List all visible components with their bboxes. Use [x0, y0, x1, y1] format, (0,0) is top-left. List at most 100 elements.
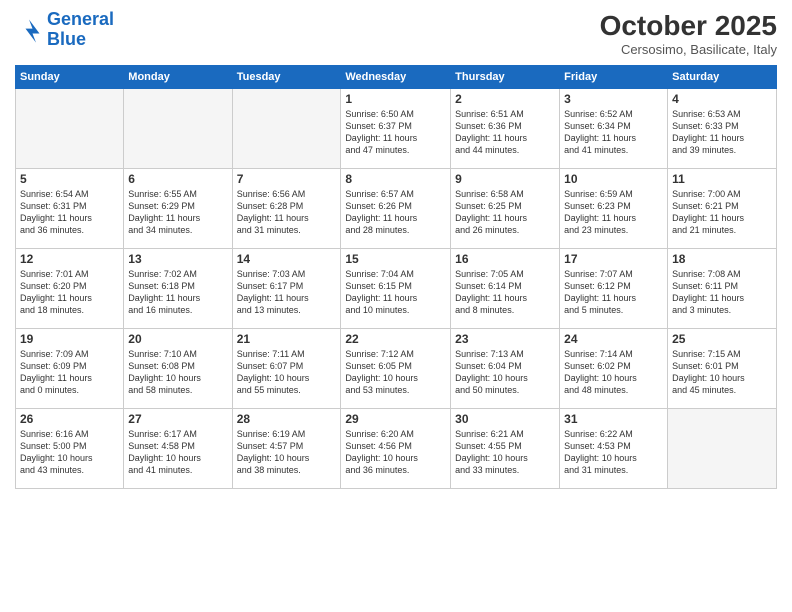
day-info: Sunrise: 7:12 AM Sunset: 6:05 PM Dayligh… — [345, 348, 446, 397]
logo-general: General — [47, 9, 114, 29]
day-info: Sunrise: 6:51 AM Sunset: 6:36 PM Dayligh… — [455, 108, 555, 157]
day-info: Sunrise: 6:21 AM Sunset: 4:55 PM Dayligh… — [455, 428, 555, 477]
day-info: Sunrise: 7:02 AM Sunset: 6:18 PM Dayligh… — [128, 268, 227, 317]
calendar-cell: 31 Sunrise: 6:22 AM Sunset: 4:53 PM Dayli… — [560, 409, 668, 489]
day-number: 6 — [128, 172, 227, 186]
calendar-cell — [124, 89, 232, 169]
logo-blue: Blue — [47, 30, 114, 50]
day-number: 22 — [345, 332, 446, 346]
day-info: Sunrise: 7:00 AM Sunset: 6:21 PM Dayligh… — [672, 188, 772, 237]
calendar-cell: 6 Sunrise: 6:55 AM Sunset: 6:29 PM Daylig… — [124, 169, 232, 249]
weekday-header: Wednesday — [341, 66, 451, 89]
calendar-cell: 27 Sunrise: 6:17 AM Sunset: 4:58 PM Dayli… — [124, 409, 232, 489]
calendar-cell: 8Sunrise: 6:57 AM Sunset: 6:26 PM Daylig… — [341, 169, 451, 249]
day-number: 2 — [455, 92, 555, 106]
day-number: 31 — [564, 412, 663, 426]
day-number: 21 — [237, 332, 337, 346]
calendar-cell: 7Sunrise: 6:56 AM Sunset: 6:28 PM Daylig… — [232, 169, 341, 249]
calendar-cell: 15 Sunrise: 7:04 AM Sunset: 6:15 PM Dayli… — [341, 249, 451, 329]
day-info: Sunrise: 7:01 AM Sunset: 6:20 PM Dayligh… — [20, 268, 119, 317]
weekday-header-row: SundayMondayTuesdayWednesdayThursdayFrid… — [16, 66, 777, 89]
day-number: 25 — [672, 332, 772, 346]
calendar-cell: 13 Sunrise: 7:02 AM Sunset: 6:18 PM Dayli… — [124, 249, 232, 329]
calendar-cell: 16 Sunrise: 7:05 AM Sunset: 6:14 PM Dayli… — [451, 249, 560, 329]
calendar-cell: 17 Sunrise: 7:07 AM Sunset: 6:12 PM Dayli… — [560, 249, 668, 329]
weekday-header: Thursday — [451, 66, 560, 89]
calendar-cell: 18 Sunrise: 7:08 AM Sunset: 6:11 PM Dayli… — [668, 249, 777, 329]
calendar-cell: 20Sunrise: 7:10 AM Sunset: 6:08 PM Dayli… — [124, 329, 232, 409]
calendar-cell: 24Sunrise: 7:14 AM Sunset: 6:02 PM Dayli… — [560, 329, 668, 409]
logo-icon — [15, 16, 43, 44]
day-info: Sunrise: 7:15 AM Sunset: 6:01 PM Dayligh… — [672, 348, 772, 397]
day-number: 26 — [20, 412, 119, 426]
day-info: Sunrise: 6:50 AM Sunset: 6:37 PM Dayligh… — [345, 108, 446, 157]
header: General Blue October 2025 Cersosimo, Bas… — [15, 10, 777, 57]
day-info: Sunrise: 6:59 AM Sunset: 6:23 PM Dayligh… — [564, 188, 663, 237]
calendar-cell: 22 Sunrise: 7:12 AM Sunset: 6:05 PM Dayli… — [341, 329, 451, 409]
day-info: Sunrise: 7:03 AM Sunset: 6:17 PM Dayligh… — [237, 268, 337, 317]
logo-text: General Blue — [47, 10, 114, 50]
calendar-cell — [668, 409, 777, 489]
day-number: 17 — [564, 252, 663, 266]
calendar-cell: 2 Sunrise: 6:51 AM Sunset: 6:36 PM Daylig… — [451, 89, 560, 169]
day-number: 18 — [672, 252, 772, 266]
day-info: Sunrise: 7:13 AM Sunset: 6:04 PM Dayligh… — [455, 348, 555, 397]
day-number: 13 — [128, 252, 227, 266]
day-info: Sunrise: 7:11 AM Sunset: 6:07 PM Dayligh… — [237, 348, 337, 397]
calendar-cell: 11 Sunrise: 7:00 AM Sunset: 6:21 PM Dayli… — [668, 169, 777, 249]
logo: General Blue — [15, 10, 114, 50]
day-info: Sunrise: 7:04 AM Sunset: 6:15 PM Dayligh… — [345, 268, 446, 317]
day-number: 4 — [672, 92, 772, 106]
day-info: Sunrise: 7:09 AM Sunset: 6:09 PM Dayligh… — [20, 348, 119, 397]
day-number: 28 — [237, 412, 337, 426]
calendar-container: General Blue October 2025 Cersosimo, Bas… — [0, 0, 792, 612]
calendar-cell — [232, 89, 341, 169]
day-info: Sunrise: 6:16 AM Sunset: 5:00 PM Dayligh… — [20, 428, 119, 477]
day-number: 1 — [345, 92, 446, 106]
day-number: 19 — [20, 332, 119, 346]
calendar-cell: 23 Sunrise: 7:13 AM Sunset: 6:04 PM Dayli… — [451, 329, 560, 409]
day-info: Sunrise: 7:10 AM Sunset: 6:08 PM Dayligh… — [128, 348, 227, 397]
day-info: Sunrise: 6:58 AM Sunset: 6:25 PM Dayligh… — [455, 188, 555, 237]
weekday-header: Saturday — [668, 66, 777, 89]
day-info: Sunrise: 7:07 AM Sunset: 6:12 PM Dayligh… — [564, 268, 663, 317]
day-number: 23 — [455, 332, 555, 346]
calendar-cell: 29Sunrise: 6:20 AM Sunset: 4:56 PM Dayli… — [341, 409, 451, 489]
day-number: 27 — [128, 412, 227, 426]
day-info: Sunrise: 7:14 AM Sunset: 6:02 PM Dayligh… — [564, 348, 663, 397]
weekday-header: Friday — [560, 66, 668, 89]
day-number: 9 — [455, 172, 555, 186]
day-number: 11 — [672, 172, 772, 186]
day-info: Sunrise: 7:05 AM Sunset: 6:14 PM Dayligh… — [455, 268, 555, 317]
calendar-table: SundayMondayTuesdayWednesdayThursdayFrid… — [15, 65, 777, 489]
day-info: Sunrise: 6:57 AM Sunset: 6:26 PM Dayligh… — [345, 188, 446, 237]
calendar-week-row: 1 Sunrise: 6:50 AM Sunset: 6:37 PM Daylig… — [16, 89, 777, 169]
day-number: 14 — [237, 252, 337, 266]
day-info: Sunrise: 6:54 AM Sunset: 6:31 PM Dayligh… — [20, 188, 119, 237]
day-info: Sunrise: 6:17 AM Sunset: 4:58 PM Dayligh… — [128, 428, 227, 477]
calendar-cell: 1 Sunrise: 6:50 AM Sunset: 6:37 PM Daylig… — [341, 89, 451, 169]
location: Cersosimo, Basilicate, Italy — [600, 42, 777, 57]
day-info: Sunrise: 7:08 AM Sunset: 6:11 PM Dayligh… — [672, 268, 772, 317]
calendar-cell: 14 Sunrise: 7:03 AM Sunset: 6:17 PM Dayli… — [232, 249, 341, 329]
weekday-header: Tuesday — [232, 66, 341, 89]
day-number: 15 — [345, 252, 446, 266]
weekday-header: Sunday — [16, 66, 124, 89]
day-info: Sunrise: 6:56 AM Sunset: 6:28 PM Dayligh… — [237, 188, 337, 237]
calendar-cell: 9 Sunrise: 6:58 AM Sunset: 6:25 PM Daylig… — [451, 169, 560, 249]
day-info: Sunrise: 6:20 AM Sunset: 4:56 PM Dayligh… — [345, 428, 446, 477]
day-number: 16 — [455, 252, 555, 266]
calendar-cell: 5Sunrise: 6:54 AM Sunset: 6:31 PM Daylig… — [16, 169, 124, 249]
day-info: Sunrise: 6:55 AM Sunset: 6:29 PM Dayligh… — [128, 188, 227, 237]
day-info: Sunrise: 6:19 AM Sunset: 4:57 PM Dayligh… — [237, 428, 337, 477]
day-info: Sunrise: 6:53 AM Sunset: 6:33 PM Dayligh… — [672, 108, 772, 157]
day-number: 30 — [455, 412, 555, 426]
calendar-cell: 28 Sunrise: 6:19 AM Sunset: 4:57 PM Dayli… — [232, 409, 341, 489]
calendar-cell: 19 Sunrise: 7:09 AM Sunset: 6:09 PM Dayli… — [16, 329, 124, 409]
calendar-cell: 12Sunrise: 7:01 AM Sunset: 6:20 PM Dayli… — [16, 249, 124, 329]
calendar-week-row: 19 Sunrise: 7:09 AM Sunset: 6:09 PM Dayli… — [16, 329, 777, 409]
day-info: Sunrise: 6:22 AM Sunset: 4:53 PM Dayligh… — [564, 428, 663, 477]
title-area: October 2025 Cersosimo, Basilicate, Ital… — [600, 10, 777, 57]
calendar-cell — [16, 89, 124, 169]
calendar-cell: 3Sunrise: 6:52 AM Sunset: 6:34 PM Daylig… — [560, 89, 668, 169]
